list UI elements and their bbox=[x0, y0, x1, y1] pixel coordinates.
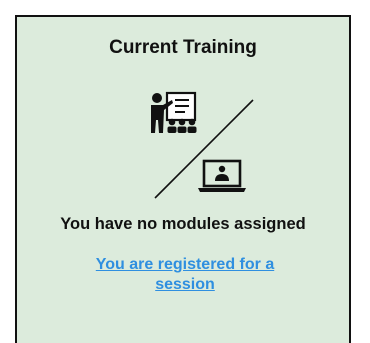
no-modules-message: You have no modules assigned bbox=[60, 215, 306, 233]
registered-session-link[interactable]: You are registered for a session bbox=[87, 255, 283, 295]
training-mode-illustration bbox=[151, 91, 254, 199]
card-title: Current Training bbox=[109, 37, 257, 58]
current-training-card: Current Training You have no modules ass… bbox=[15, 15, 351, 343]
online-laptop-icon bbox=[198, 159, 246, 192]
classroom-teacher-icon bbox=[151, 91, 197, 133]
